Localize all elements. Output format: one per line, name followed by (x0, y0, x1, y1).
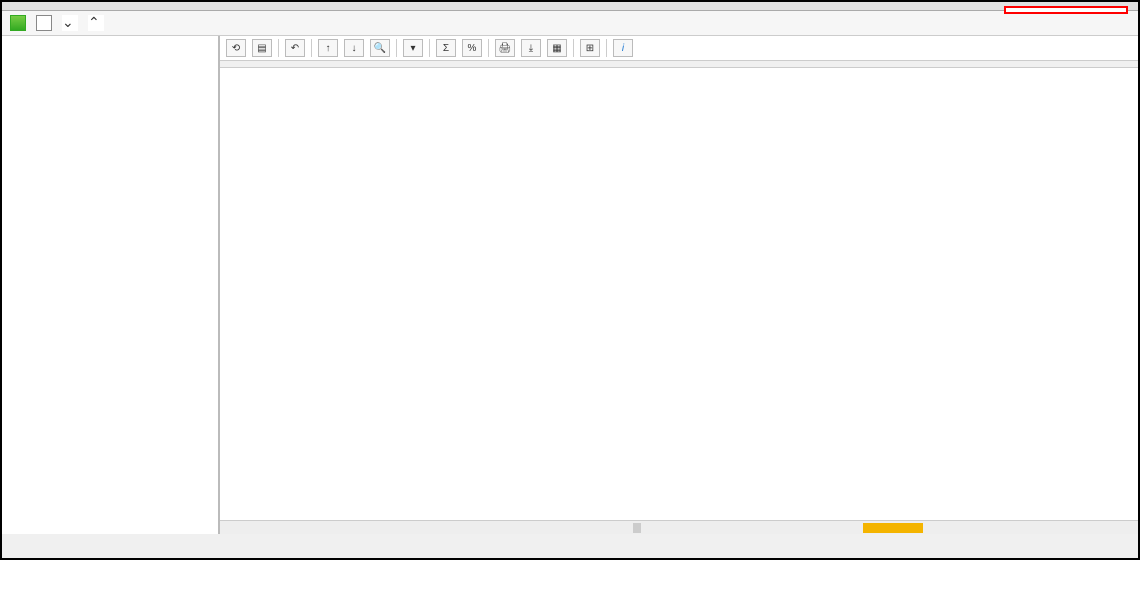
info-icon[interactable]: i (613, 39, 633, 57)
subtotal-icon[interactable]: % (462, 39, 482, 57)
refresh-icon[interactable]: ⟲ (226, 39, 246, 57)
find-icon[interactable]: 🔍 (370, 39, 390, 57)
content-pane: ⟲ ▤ ↶ ↑ ↓ 🔍 ▾ Σ % 🖨 ⤓ ▦ ⊞ i (220, 36, 1138, 534)
print-icon[interactable]: 🖨 (495, 39, 515, 57)
layout-icon-alv[interactable]: ⊞ (580, 39, 600, 57)
horizontal-scrollbar[interactable] (220, 520, 1138, 534)
navigation-tree[interactable] (2, 36, 220, 534)
sum-icon[interactable]: Σ (436, 39, 456, 57)
panel-title (220, 61, 1138, 68)
filter-icon[interactable]: ▾ (403, 39, 423, 57)
alv-grid-container[interactable] (220, 68, 1138, 520)
app-toolbar: ⌄ ⌃ (2, 11, 1138, 36)
excel-icon[interactable]: ▦ (547, 39, 567, 57)
user-icon[interactable] (10, 15, 26, 31)
sort-asc-icon[interactable]: ↑ (318, 39, 338, 57)
app-frame: ⌄ ⌃ ⟲ ▤ ↶ ↑ ↓ 🔍 ▾ Σ % 🖨 ⤓ (0, 0, 1140, 560)
sort-desc-icon[interactable]: ↓ (344, 39, 364, 57)
layout-icon[interactable] (36, 15, 52, 31)
alv-toolbar: ⟲ ▤ ↶ ↑ ↓ 🔍 ▾ Σ % 🖨 ⤓ ▦ ⊞ i (220, 36, 1138, 61)
main-area: ⟲ ▤ ↶ ↑ ↓ 🔍 ▾ Σ % 🖨 ⤓ ▦ ⊞ i (2, 36, 1138, 534)
lab-preview-badge (1004, 6, 1128, 14)
expand-down-icon[interactable]: ⌄ (62, 15, 78, 31)
export-icon[interactable]: ⤓ (521, 39, 541, 57)
figure-caption (0, 560, 1140, 572)
collapse-up-icon[interactable]: ⌃ (88, 15, 104, 31)
title-bar (2, 2, 1138, 11)
details-icon[interactable]: ▤ (252, 39, 272, 57)
back-icon[interactable]: ↶ (285, 39, 305, 57)
